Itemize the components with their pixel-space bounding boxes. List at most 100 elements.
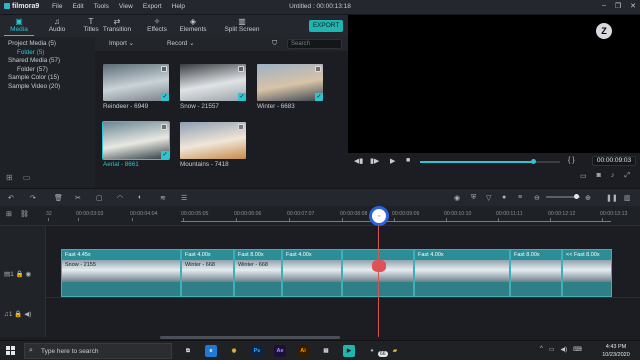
windows-start-icon[interactable] <box>6 346 15 355</box>
media-thumbnail[interactable]: ✓ <box>103 64 169 101</box>
network-icon[interactable]: ▭ <box>549 346 555 353</box>
undo-icon[interactable]: ↶ <box>8 194 14 202</box>
media-thumbnail[interactable]: ✓ <box>257 64 323 101</box>
add-track-icon[interactable]: ⊞ <box>6 210 12 218</box>
library-item[interactable]: Project Media (5) <box>8 40 56 47</box>
eye-icon[interactable]: ◉ <box>26 271 32 278</box>
video-clip[interactable]: Fast 8.00x <box>510 249 562 297</box>
new-folder-icon[interactable]: ⊞ <box>6 173 13 182</box>
playhead-handle[interactable]: ⇔ <box>369 206 389 226</box>
clip-filmstrip <box>511 260 561 282</box>
folder-icon[interactable]: ▭ <box>23 173 31 182</box>
filmora-icon[interactable]: ▶ <box>343 345 355 357</box>
library-item[interactable]: Sample Video (20) <box>8 83 60 90</box>
fullscreen-icon[interactable]: ▭ <box>580 172 587 180</box>
tab-effects[interactable]: ✧ Effects <box>138 17 176 33</box>
library-item[interactable]: Shared Media (57) <box>8 57 60 64</box>
play-icon[interactable]: ▶ <box>390 157 395 165</box>
video-clip[interactable]: Fast 4.00x <box>414 249 510 297</box>
library-item[interactable]: Sample Color (15) <box>8 74 59 81</box>
tab-transition[interactable]: ⇄ Transition <box>98 17 136 33</box>
shield-icon[interactable]: ⛨ <box>471 194 476 202</box>
video-clip[interactable]: << Fast 8.00x <box>562 249 612 297</box>
maximize-icon[interactable]: ❐ <box>615 2 621 10</box>
media-caption: Reindeer - 6949 <box>103 103 149 110</box>
marker-icon[interactable]: ▽ <box>486 194 491 202</box>
speed-icon[interactable]: ◠ <box>117 194 123 202</box>
media-thumbnail[interactable]: ✓ <box>180 64 246 101</box>
edge-icon[interactable]: e <box>205 345 217 357</box>
record-voiceover-icon[interactable]: ● <box>502 194 506 201</box>
delete-icon[interactable]: 🗑 <box>54 194 63 202</box>
notepad-icon[interactable]: ▤ <box>320 345 332 357</box>
play-pause-frame-icon[interactable]: ▮▶ <box>370 157 379 165</box>
record-button[interactable]: Record ⌄ <box>167 40 194 47</box>
audio-track[interactable] <box>46 297 640 337</box>
explorer-icon[interactable]: ▰ <box>389 345 401 357</box>
timeline-scrollbar[interactable] <box>160 336 340 339</box>
tab-elements[interactable]: ◈ Elements <box>174 17 212 33</box>
adjust-icon[interactable]: ☰ <box>181 194 187 202</box>
language-icon[interactable]: ⌨ <box>573 346 582 353</box>
chrome-icon[interactable]: ◉ <box>228 345 240 357</box>
audio-mixer-icon[interactable]: ≋ <box>160 194 166 202</box>
redo-icon[interactable]: ↷ <box>30 194 36 202</box>
task-view-icon[interactable]: ⧉ <box>182 345 194 357</box>
pause-icon[interactable]: ❚❚ <box>606 194 618 202</box>
video-clip[interactable]: Fast 4.45x Snow - 2155 <box>61 249 181 297</box>
tab-bar: ▣ Media ♫ Audio T Titles ⇄ Transition ✧ Effects ◈ E… <box>0 15 348 37</box>
clip-audio-waveform <box>62 282 180 296</box>
mark-in-out-icon[interactable]: { } <box>568 157 575 164</box>
media-browser: Import ⌄ Record ⌄ ⛉ Search ✓ Reindeer - 6… <box>95 37 348 188</box>
zoom-out-icon[interactable]: ⊖ <box>534 194 540 202</box>
crop-icon[interactable]: ▢ <box>96 194 103 202</box>
zoom-in-icon[interactable]: ⊕ <box>585 194 591 202</box>
close-icon[interactable]: ✕ <box>630 2 636 10</box>
filter-icon[interactable]: ⛉ <box>272 40 277 48</box>
after-effects-icon[interactable]: Ae <box>274 345 286 357</box>
tab-media[interactable]: ▣ Media <box>0 17 38 36</box>
music-note-icon: ♫ <box>54 17 60 26</box>
volume-icon[interactable]: ♪ <box>611 172 615 180</box>
zoom-slider[interactable] <box>546 194 580 199</box>
taskbar-clock[interactable]: 4:43 PM 10/23/2020 <box>596 343 636 359</box>
lock-icon[interactable]: 🔒 <box>16 271 24 278</box>
render-icon[interactable]: ◉ <box>454 194 460 202</box>
mix-icon[interactable]: ≡ <box>518 194 522 201</box>
stop-icon[interactable]: ■ <box>406 157 410 164</box>
library-item[interactable]: Folder (57) <box>17 66 48 73</box>
link-icon[interactable]: ⛓ <box>20 210 29 218</box>
volume-icon[interactable]: ◀) <box>561 346 568 353</box>
color-icon[interactable]: ◐ <box>138 194 142 201</box>
minimize-icon[interactable]: – <box>602 2 606 10</box>
photoshop-icon[interactable]: Ps <box>251 345 263 357</box>
app-icon[interactable]: ● <box>366 345 378 357</box>
tab-split-screen[interactable]: ▥ Split Screen <box>220 17 264 33</box>
library-item[interactable]: Folder (5) <box>17 49 44 56</box>
media-thumbnail[interactable]: ✓ <box>102 121 170 160</box>
media-icon: ▣ <box>15 17 23 26</box>
cut-icon[interactable]: ✂ <box>75 194 81 202</box>
import-button[interactable]: Import ⌄ <box>109 40 134 47</box>
previous-frame-icon[interactable]: ◀▮ <box>354 157 363 165</box>
zoom-knob[interactable] <box>574 194 579 199</box>
media-thumbnail[interactable] <box>180 122 246 159</box>
snapshot-icon[interactable]: ◙ <box>597 172 601 180</box>
resize-icon[interactable]: ⤢ <box>624 172 630 180</box>
speaker-icon[interactable]: ◀) <box>24 311 31 318</box>
video-clip[interactable]: Fast 8.00x Winter - 668 <box>234 249 282 297</box>
timeline-ruler[interactable]: ⊞ ⛓ 32 00:00:03:03 00:00:04:04 00:00:05:05 0… <box>0 206 640 226</box>
progress-knob[interactable] <box>531 159 537 164</box>
export-button[interactable]: EXPORT <box>309 20 343 32</box>
taskbar-search[interactable]: ⌕ Type here to search <box>24 343 172 359</box>
fit-icon[interactable]: ▥ <box>624 194 631 202</box>
tab-audio[interactable]: ♫ Audio <box>38 17 76 33</box>
chevron-up-icon[interactable]: ^ <box>540 346 543 353</box>
video-clip[interactable]: Fast 4.00x Winter - 668 <box>181 249 234 297</box>
video-clip[interactable]: Fast 4.00x <box>282 249 342 297</box>
lock-icon[interactable]: 🔒 <box>14 311 22 318</box>
audio-track-number: 1 <box>8 311 13 318</box>
playback-progress-bar[interactable] <box>420 159 560 164</box>
search-input[interactable]: Search <box>287 39 342 49</box>
illustrator-icon[interactable]: Ai <box>297 345 309 357</box>
